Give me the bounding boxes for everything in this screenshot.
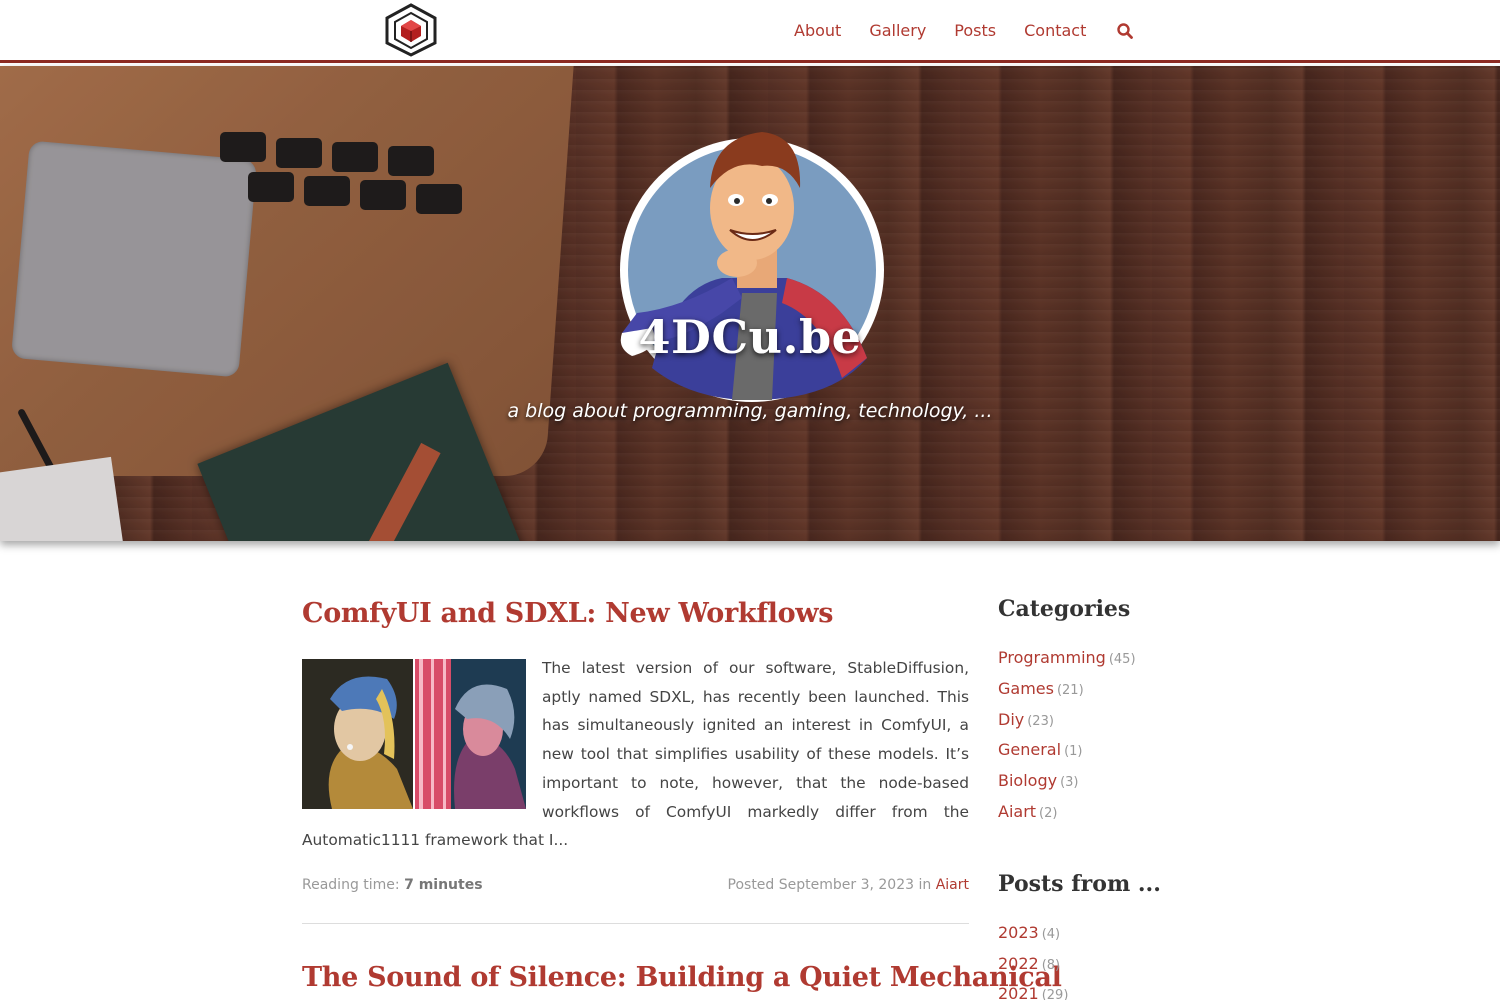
category-link-aiart[interactable]: Aiart bbox=[998, 802, 1036, 821]
cube-hexagon-logo[interactable] bbox=[382, 3, 440, 57]
nav-contact[interactable]: Contact bbox=[1024, 20, 1086, 42]
category-count: (45) bbox=[1108, 652, 1136, 667]
reading-time: Reading time: 7 minutes bbox=[302, 877, 483, 893]
post-title[interactable]: The Sound of Silence: Building a Quiet M… bbox=[302, 960, 1062, 996]
archive-item: 2023 (4) bbox=[998, 919, 1198, 950]
category-link-biology[interactable]: Biology bbox=[998, 771, 1057, 790]
post-card: ComfyUI and SDXL: New Workflows The late… bbox=[302, 596, 969, 924]
thumbnail-pearl-earring bbox=[302, 659, 413, 809]
post-body: The latest version of our software, Stab… bbox=[302, 654, 969, 855]
nav-posts[interactable]: Posts bbox=[954, 20, 996, 42]
archive-link-2021[interactable]: 2021 bbox=[998, 984, 1039, 1000]
archive-link-2023[interactable]: 2023 bbox=[998, 923, 1039, 942]
archive-item: 2022 (8) bbox=[998, 950, 1198, 981]
archive-link-2022[interactable]: 2022 bbox=[998, 954, 1039, 973]
post-divider bbox=[302, 922, 969, 924]
post-thumbnail[interactable] bbox=[302, 659, 526, 809]
archive-item: 2021 (29) bbox=[998, 980, 1198, 1000]
category-link-diy[interactable]: Diy bbox=[998, 710, 1024, 729]
post-category-link[interactable]: Aiart bbox=[936, 877, 969, 893]
post-card: The Sound of Silence: Building a Quiet M… bbox=[302, 960, 1062, 996]
archive-heading: Posts from ... bbox=[998, 870, 1161, 897]
main-nav: About Gallery Posts Contact bbox=[794, 20, 1134, 42]
post-meta: Reading time: 7 minutes Posted September… bbox=[302, 877, 969, 893]
category-link-general[interactable]: General bbox=[998, 740, 1061, 759]
categories-list: Programming (45) Games (21) Diy (23) Genera… bbox=[998, 644, 1198, 829]
category-link-games[interactable]: Games bbox=[998, 679, 1054, 698]
post-list: ComfyUI and SDXL: New Workflows The late… bbox=[302, 596, 1062, 996]
post-title[interactable]: ComfyUI and SDXL: New Workflows bbox=[302, 596, 969, 632]
search-icon[interactable] bbox=[1116, 22, 1134, 40]
category-count: (3) bbox=[1060, 775, 1079, 791]
nav-about[interactable]: About bbox=[794, 20, 841, 42]
category-count: (1) bbox=[1064, 744, 1083, 760]
nav-gallery[interactable]: Gallery bbox=[869, 20, 926, 42]
hero-banner: 4DCu.be a blog about programming, gaming… bbox=[0, 66, 1500, 541]
site-tagline: a blog about programming, gaming, techno… bbox=[507, 400, 993, 422]
thumbnail-ai-portrait bbox=[415, 659, 526, 809]
category-link-programming[interactable]: Programming bbox=[998, 648, 1106, 667]
category-item: General (1) bbox=[998, 736, 1198, 767]
category-item: Diy (23) bbox=[998, 706, 1198, 737]
categories-heading: Categories bbox=[998, 596, 1131, 622]
category-count: (21) bbox=[1056, 682, 1084, 698]
post-date: Posted September 3, 2023 in Aiart bbox=[728, 877, 969, 893]
avatar-illustration bbox=[620, 132, 884, 402]
category-count: (23) bbox=[1027, 713, 1054, 729]
category-item: Programming (45) bbox=[998, 644, 1198, 675]
archive-count: (29) bbox=[1041, 988, 1069, 1000]
category-item: Games (21) bbox=[998, 675, 1198, 706]
reading-time-value: 7 minutes bbox=[404, 876, 483, 893]
top-navbar: About Gallery Posts Contact bbox=[0, 0, 1500, 63]
site-title[interactable]: 4DCu.be bbox=[0, 310, 1500, 364]
post-date-label: Posted September 3, 2023 in bbox=[727, 876, 932, 893]
archive-count: (8) bbox=[1041, 957, 1061, 973]
archive-count: (4) bbox=[1041, 926, 1061, 942]
category-count: (2) bbox=[1039, 805, 1058, 821]
sidebar: Categories Programming (45) Games (21) Diy… bbox=[998, 594, 1198, 1000]
reading-time-label: Reading time: bbox=[302, 876, 400, 893]
category-item: Aiart (2) bbox=[998, 798, 1198, 829]
archive-list: 2023 (4) 2022 (8) 2021 (29) bbox=[998, 919, 1198, 1000]
category-item: Biology (3) bbox=[998, 767, 1198, 798]
